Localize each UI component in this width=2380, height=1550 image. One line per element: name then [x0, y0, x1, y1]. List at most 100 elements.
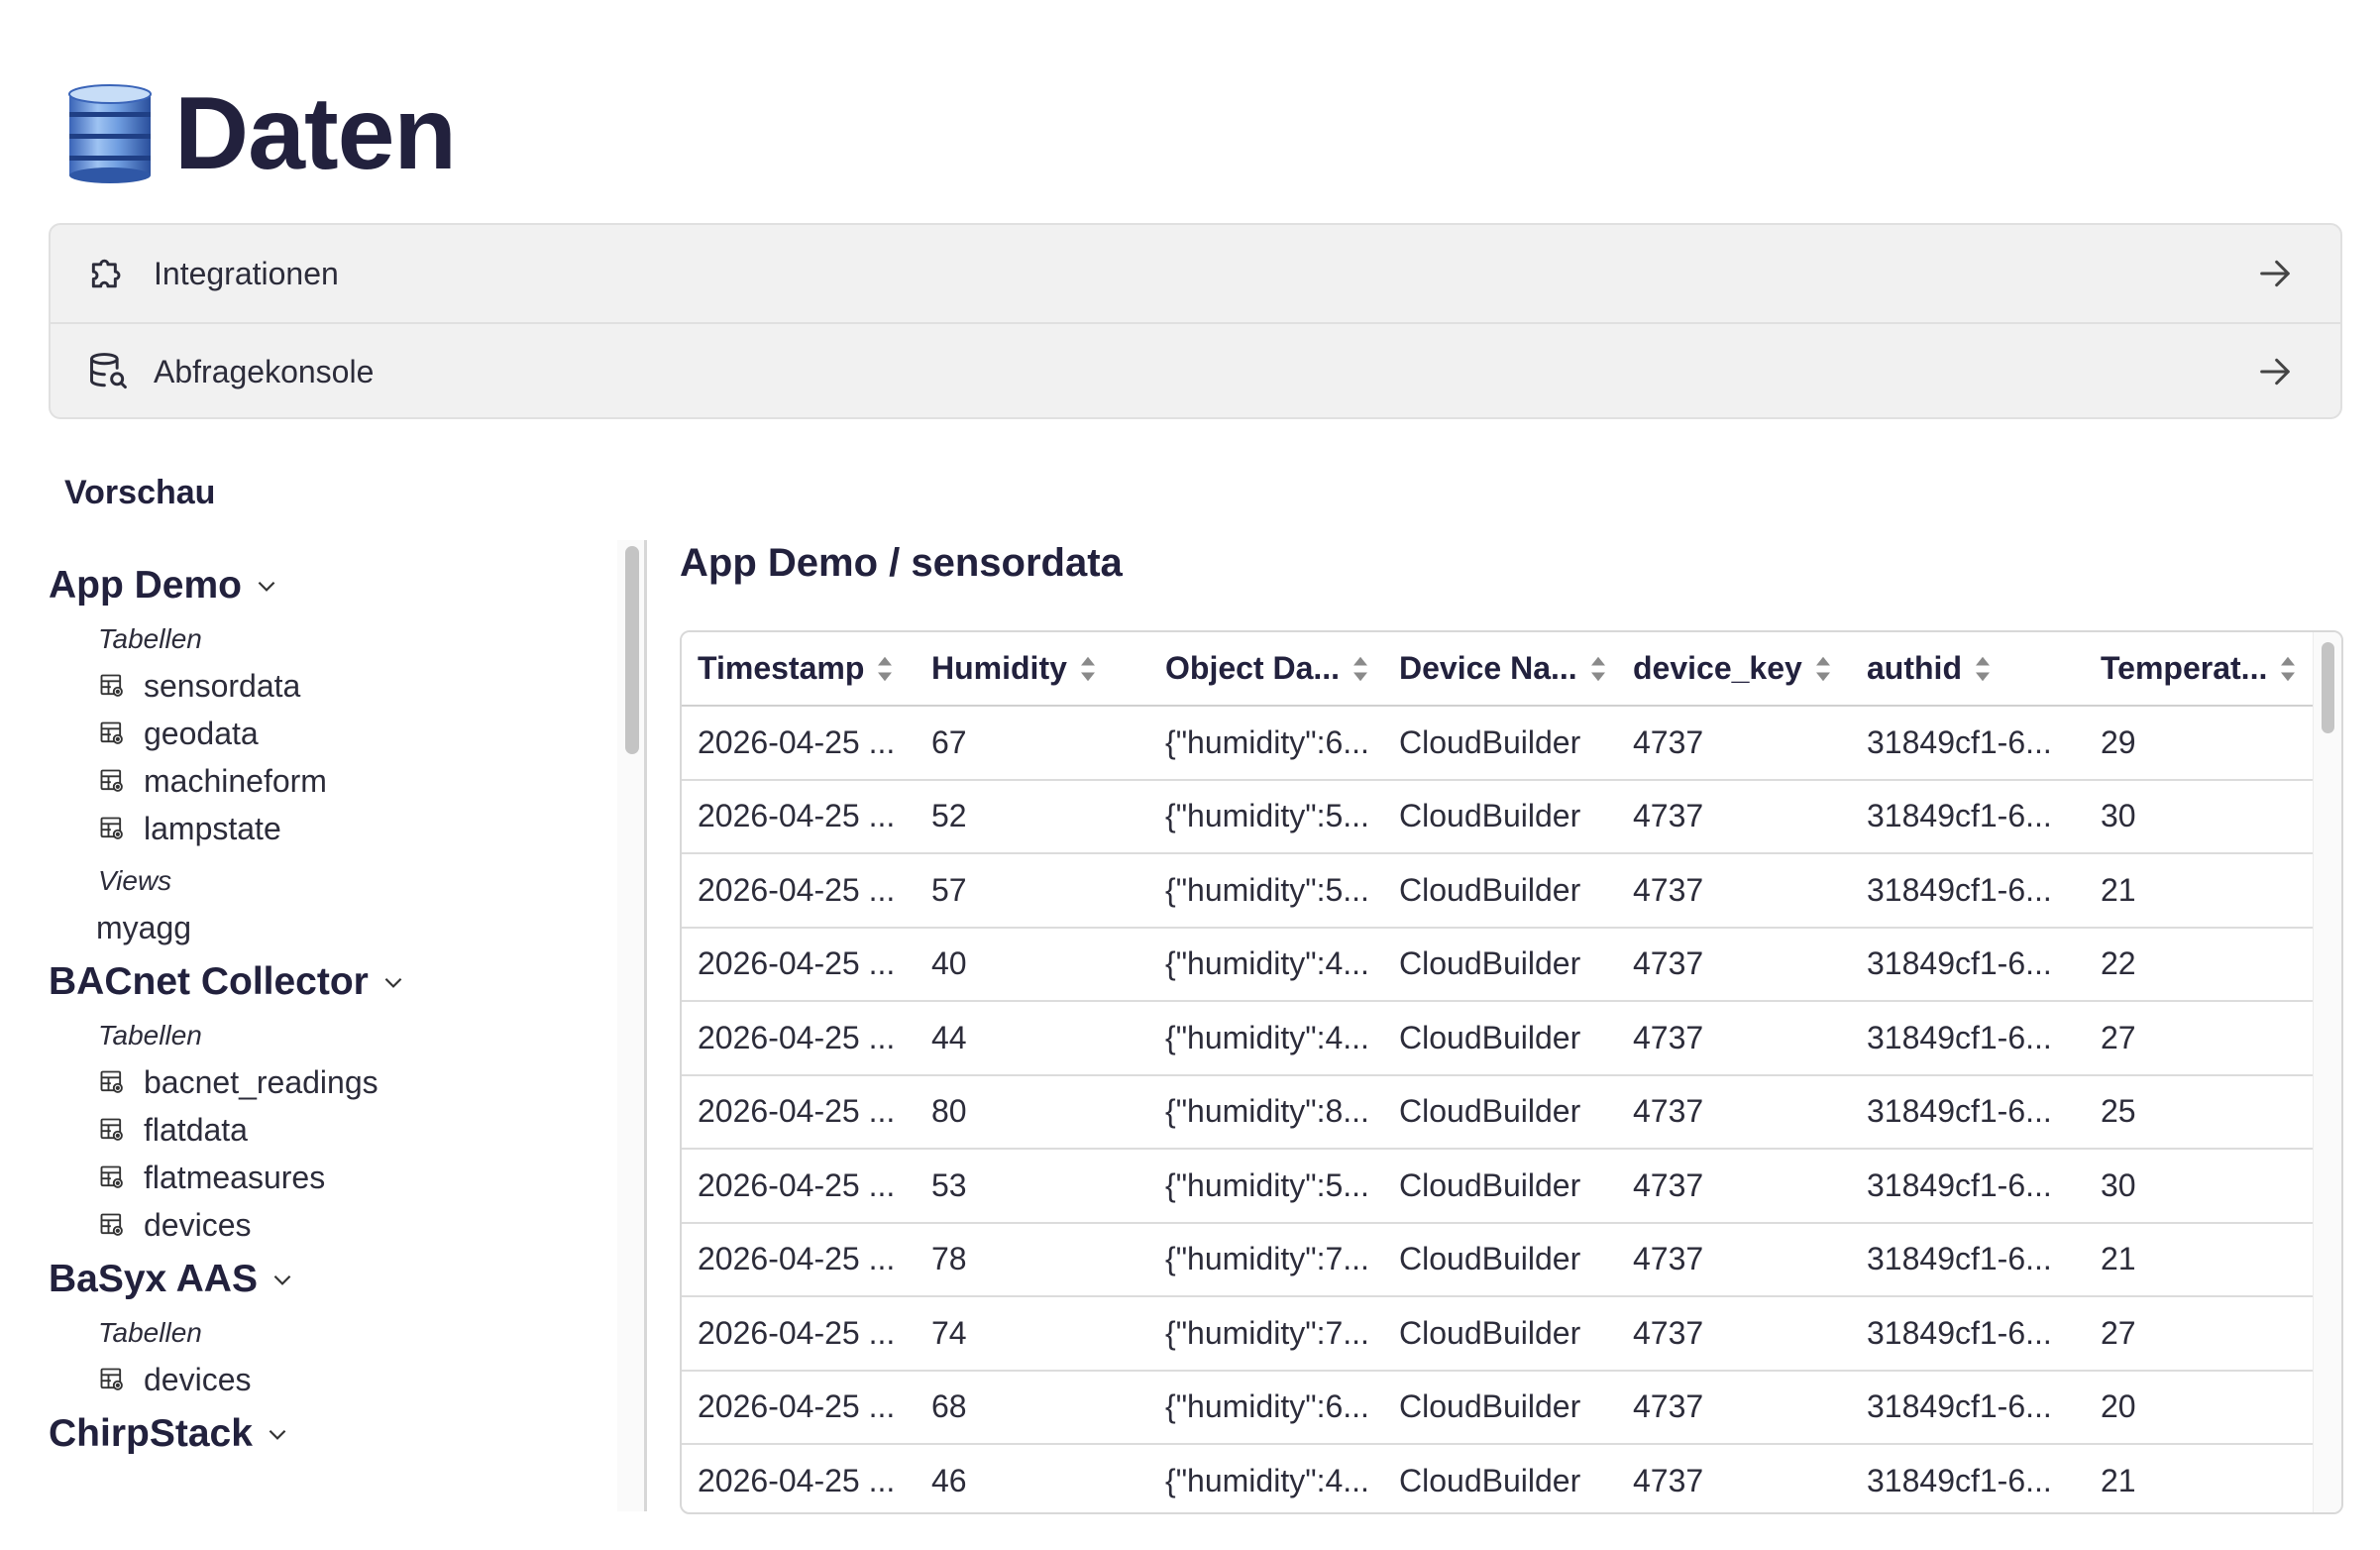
- column-header-label: Temperat...: [2101, 650, 2268, 686]
- nav-item-label: Integrationen: [154, 255, 339, 291]
- table-item-sensordata[interactable]: sensordata: [98, 662, 603, 710]
- table-row[interactable]: 2026-04-25 ... 68 {"humidity":6... CloudBui…: [682, 1370, 2317, 1445]
- column-header-temperature[interactable]: Temperat...: [2085, 632, 2317, 707]
- column-header-label: Humidity: [931, 650, 1067, 686]
- source-tree: App Demo Tabellen sensordata geodata mac…: [49, 555, 603, 1465]
- table-item-geodata[interactable]: geodata: [98, 710, 603, 757]
- table-item-bacnet-readings[interactable]: bacnet_readings: [98, 1058, 603, 1106]
- table-row[interactable]: 2026-04-25 ... 46 {"humidity":4... CloudBui…: [682, 1444, 2317, 1512]
- chevron-down-icon: [273, 1274, 291, 1285]
- column-header-object-data[interactable]: Object Da...: [1149, 632, 1383, 707]
- sort-icon: [1080, 656, 1095, 681]
- column-header-timestamp[interactable]: Timestamp: [682, 632, 916, 707]
- tables-subheading: Tabellen: [98, 623, 202, 654]
- table-icon: [100, 817, 123, 839]
- page-title: Daten: [174, 75, 457, 191]
- table-item-flatdata[interactable]: flatdata: [98, 1106, 603, 1154]
- table-row[interactable]: 2026-04-25 ... 40 {"humidity":4... CloudBui…: [682, 927, 2317, 1002]
- table-cell: 31849cf1-6...: [1851, 927, 2085, 1002]
- tree-scrollbar[interactable]: [617, 540, 647, 1511]
- tree-group-name: BaSyx AAS: [49, 1258, 258, 1300]
- tree-group-header[interactable]: App Demo: [49, 555, 603, 616]
- tree-group-header[interactable]: ChirpStack: [49, 1403, 603, 1465]
- tree-group-header[interactable]: BaSyx AAS: [49, 1249, 603, 1310]
- table-cell: 2026-04-25 ...: [682, 853, 916, 929]
- table-item-devices[interactable]: devices: [98, 1201, 603, 1249]
- table-cell: 25: [2085, 1074, 2317, 1150]
- table-cell: 40: [916, 927, 1149, 1002]
- tree-group-header[interactable]: BACnet Collector: [49, 951, 603, 1013]
- column-header-label: Device Na...: [1399, 650, 1577, 686]
- table-cell: 4737: [1617, 1296, 1851, 1372]
- table-cell: 21: [2085, 1444, 2317, 1512]
- tables-subheading: Tabellen: [98, 1317, 202, 1348]
- tree-group-chirpstack: ChirpStack: [49, 1403, 603, 1465]
- tree-group-basyx-aas: BaSyx AAS Tabellen devices: [49, 1249, 603, 1403]
- table-cell: 21: [2085, 853, 2317, 929]
- table-row[interactable]: 2026-04-25 ... 80 {"humidity":8... CloudBui…: [682, 1074, 2317, 1150]
- table-cell: CloudBuilder: [1383, 853, 1617, 929]
- table-scrollbar[interactable]: [2313, 632, 2341, 1512]
- table-item-devices[interactable]: devices: [98, 1356, 603, 1403]
- table-item-flatmeasures[interactable]: flatmeasures: [98, 1154, 603, 1201]
- table-icon: [100, 769, 123, 792]
- table-cell: {"humidity":5...: [1149, 853, 1383, 929]
- table-row[interactable]: 2026-04-25 ... 67 {"humidity":6... CloudBui…: [682, 706, 2317, 781]
- table-cell: 4737: [1617, 779, 1851, 854]
- sort-icon: [1590, 656, 1605, 681]
- table-icon: [100, 721, 123, 744]
- table-header-row: Timestamp Humidity Object Da... Device N…: [682, 632, 2317, 707]
- column-header-humidity[interactable]: Humidity: [916, 632, 1149, 707]
- table-icon: [100, 1213, 123, 1236]
- table-item-lampstate[interactable]: lampstate: [98, 805, 603, 852]
- table-cell: {"humidity":4...: [1149, 1444, 1383, 1512]
- sort-icon: [1975, 656, 1990, 681]
- tree-group-bacnet-collector: BACnet Collector Tabellen bacnet_reading…: [49, 951, 603, 1249]
- table-cell: CloudBuilder: [1383, 1074, 1617, 1150]
- table-cell: 31849cf1-6...: [1851, 779, 2085, 854]
- page: Daten Integrationen Abfragekonsole Vorsc…: [0, 0, 2380, 1550]
- tree-group-app-demo: App Demo Tabellen sensordata geodata mac…: [49, 555, 603, 951]
- table-row[interactable]: 2026-04-25 ... 57 {"humidity":5... CloudBui…: [682, 853, 2317, 929]
- column-header-authid[interactable]: authid: [1851, 632, 2085, 707]
- table-cell: 4737: [1617, 1074, 1851, 1150]
- table-cell: 4737: [1617, 927, 1851, 1002]
- table-item-label: sensordata: [144, 667, 301, 704]
- table-cell: 78: [916, 1222, 1149, 1297]
- table-cell: 20: [2085, 1370, 2317, 1445]
- nav-item-integrations[interactable]: Integrationen: [51, 225, 2340, 322]
- table-cell: {"humidity":7...: [1149, 1296, 1383, 1372]
- table-cell: 2026-04-25 ...: [682, 1444, 916, 1512]
- table-cell: 4737: [1617, 1001, 1851, 1076]
- view-item-myagg[interactable]: myagg: [96, 904, 603, 951]
- table-scrollbar-thumb[interactable]: [2322, 642, 2334, 733]
- table-item-label: lampstate: [144, 810, 281, 846]
- page-header: Daten: [65, 76, 457, 191]
- table-cell: 2026-04-25 ...: [682, 706, 916, 781]
- table-item-label: devices: [144, 1361, 252, 1397]
- table-item-label: flatdata: [144, 1111, 248, 1148]
- table-row[interactable]: 2026-04-25 ... 53 {"humidity":5... CloudBui…: [682, 1149, 2317, 1224]
- table-item-machineform[interactable]: machineform: [98, 757, 603, 805]
- table-cell: 27: [2085, 1296, 2317, 1372]
- preview-title: Vorschau: [64, 474, 216, 511]
- table-cell: 31849cf1-6...: [1851, 1074, 2085, 1150]
- table-cell: 30: [2085, 779, 2317, 854]
- chevron-down-icon: [384, 977, 402, 988]
- table-cell: 31849cf1-6...: [1851, 1149, 2085, 1224]
- column-header-device-key[interactable]: device_key: [1617, 632, 1851, 707]
- table-cell: 2026-04-25 ...: [682, 927, 916, 1002]
- tree-scrollbar-thumb[interactable]: [625, 546, 639, 754]
- table-row[interactable]: 2026-04-25 ... 74 {"humidity":7... CloudBui…: [682, 1296, 2317, 1372]
- table-cell: {"humidity":6...: [1149, 1370, 1383, 1445]
- table-cell: 2026-04-25 ...: [682, 779, 916, 854]
- table-icon: [100, 1368, 123, 1390]
- table-cell: 74: [916, 1296, 1149, 1372]
- column-header-device-name[interactable]: Device Na...: [1383, 632, 1617, 707]
- nav-item-query-console[interactable]: Abfragekonsole: [51, 322, 2340, 417]
- table-cell: {"humidity":8...: [1149, 1074, 1383, 1150]
- sort-icon: [878, 656, 893, 681]
- table-row[interactable]: 2026-04-25 ... 78 {"humidity":7... CloudBui…: [682, 1222, 2317, 1297]
- table-row[interactable]: 2026-04-25 ... 44 {"humidity":4... CloudBui…: [682, 1001, 2317, 1076]
- table-row[interactable]: 2026-04-25 ... 52 {"humidity":5... CloudBui…: [682, 779, 2317, 854]
